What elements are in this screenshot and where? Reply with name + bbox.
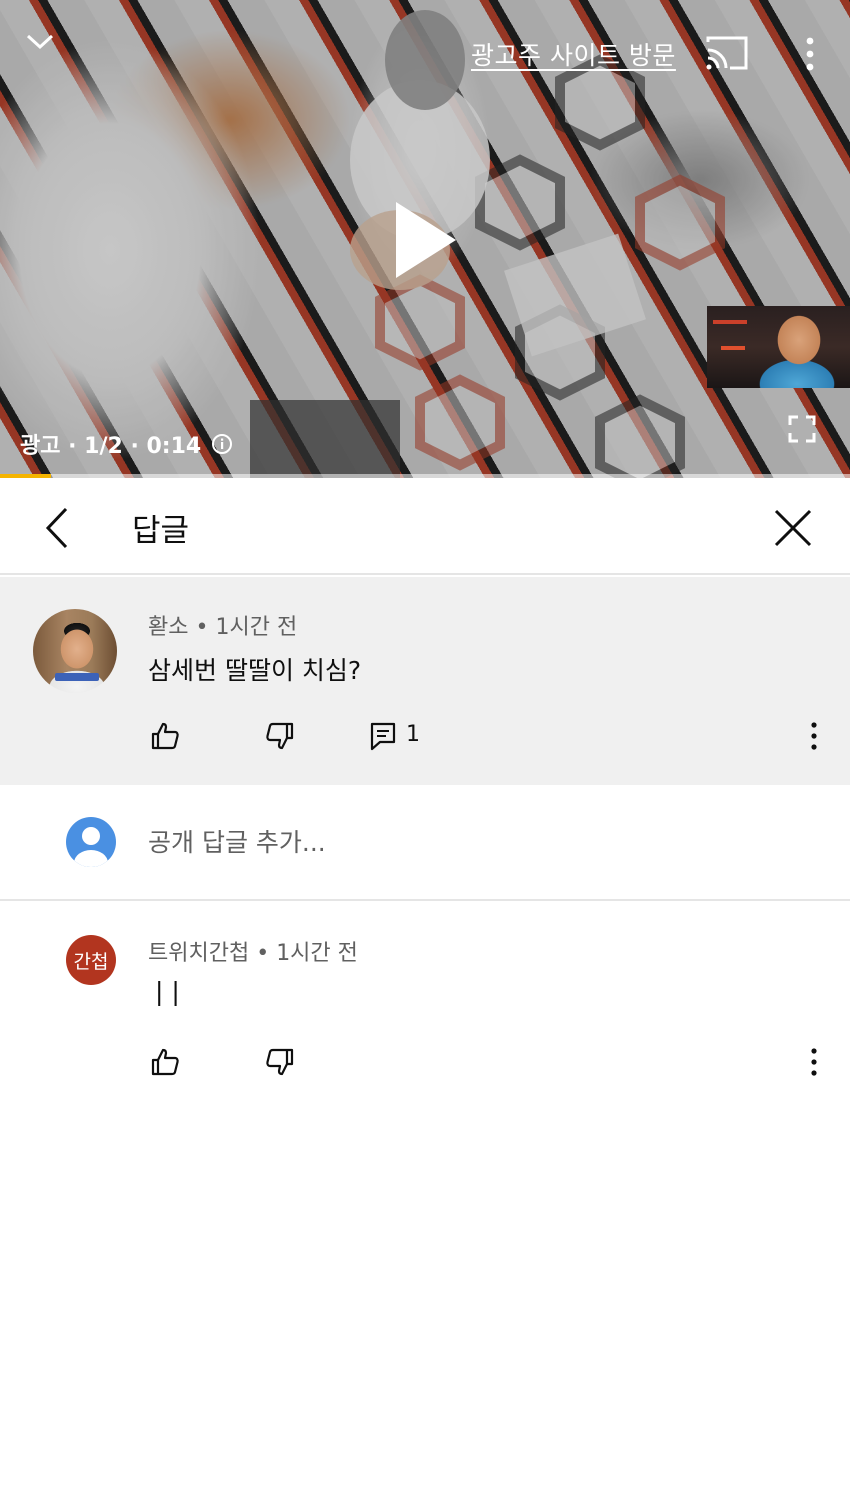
chevron-down-icon[interactable] — [22, 26, 58, 56]
avatar[interactable] — [33, 609, 117, 693]
comment-time: 1시간 전 — [276, 941, 358, 966]
close-icon[interactable] — [772, 507, 814, 549]
more-vert-icon[interactable] — [809, 1047, 819, 1077]
page-title: 답글 — [132, 513, 190, 549]
reply-comment: 간첩 트위치간첩 • 1시간 전 | | — [0, 903, 850, 1103]
fullscreen-icon[interactable] — [788, 415, 816, 443]
reply-icon[interactable] — [369, 721, 399, 751]
progress-bar-fill — [0, 474, 51, 478]
comment-meta: 홛소 • 1시간 전 — [148, 609, 297, 641]
video-player[interactable]: 광고주 사이트 방문 광고 · 1/2 · 0:14 — [0, 0, 850, 478]
meta-separator: • — [195, 615, 216, 640]
comment-text: 삼세번 딸딸이 치심? — [148, 656, 362, 685]
ad-info: 광고 · 1/2 · 0:14 — [20, 428, 233, 460]
add-reply-row[interactable]: 공개 답글 추가... — [0, 785, 850, 901]
avatar[interactable]: 간첩 — [66, 935, 116, 985]
progress-bar[interactable] — [0, 474, 850, 478]
comment-meta: 트위치간첩 • 1시간 전 — [148, 935, 358, 967]
cast-icon[interactable] — [704, 34, 750, 72]
like-icon[interactable] — [150, 1047, 180, 1077]
comment-text: | | — [155, 977, 180, 1006]
play-icon[interactable] — [390, 198, 460, 282]
more-vert-icon[interactable] — [798, 34, 822, 74]
comment-author[interactable]: 홛소 — [148, 615, 188, 640]
like-icon[interactable] — [150, 721, 180, 751]
parent-comment: 홛소 • 1시간 전 삼세번 딸딸이 치심? 1 — [0, 577, 850, 785]
avatar — [66, 817, 116, 867]
pip-decor — [713, 320, 747, 324]
picture-in-picture-preview[interactable] — [707, 306, 850, 388]
reply-input[interactable]: 공개 답글 추가... — [148, 823, 326, 859]
dislike-icon[interactable] — [265, 1047, 295, 1077]
more-vert-icon[interactable] — [809, 721, 819, 751]
replies-header: 답글 — [0, 479, 850, 575]
ad-info-text: 광고 · 1/2 · 0:14 — [20, 434, 202, 459]
reply-count[interactable]: 1 — [406, 722, 420, 747]
avatar-caption — [55, 673, 99, 681]
info-icon[interactable] — [211, 433, 233, 455]
default-user-icon — [74, 827, 108, 867]
meta-separator: • — [256, 941, 277, 966]
comment-time: 1시간 전 — [215, 615, 298, 640]
dislike-icon[interactable] — [265, 721, 295, 751]
pip-decor — [721, 346, 745, 350]
visit-advertiser-link[interactable]: 광고주 사이트 방문 — [471, 36, 676, 72]
back-arrow-icon[interactable] — [40, 503, 74, 553]
comment-author[interactable]: 트위치간첩 — [148, 941, 249, 966]
